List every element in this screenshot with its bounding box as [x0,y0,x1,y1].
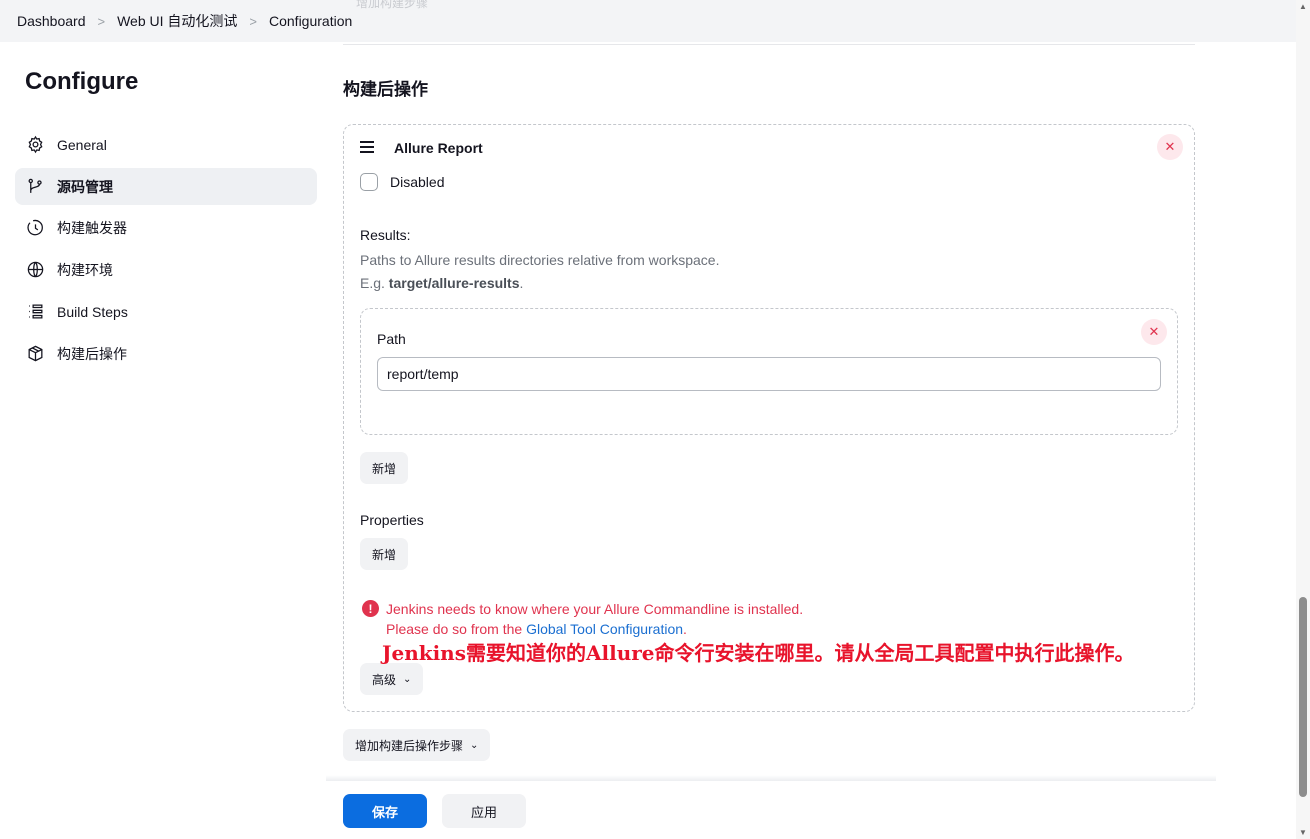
translation-annotation: Jenkins需要知道你的Allure命令行安装在哪里。请从全局工具配置中执行此… [382,641,1135,665]
sidebar-item-label: 源码管理 [57,178,113,195]
list-icon [25,302,45,322]
sidebar-item-label: 构建后操作 [57,345,127,362]
sidebar-item-build-environment[interactable]: 构建环境 [15,251,317,288]
scrollbar-thumb[interactable] [1299,597,1307,797]
results-help: Paths to Allure results directories rela… [360,252,720,268]
card-title: Allure Report [394,140,483,156]
allure-report-card: Allure Report ✕ Disabled Results: Paths … [343,124,1195,712]
results-label: Results: [360,227,411,243]
sidebar-item-post-build[interactable]: 构建后操作 [15,335,317,372]
sidebar-item-label: 构建触发器 [57,219,127,236]
breadcrumb-configuration[interactable]: Configuration [269,13,352,29]
disabled-label: Disabled [390,174,445,190]
error-line-2-suffix: . [683,621,687,637]
clock-icon [25,218,45,238]
apply-button[interactable]: 应用 [442,794,526,828]
branch-icon [25,177,45,197]
error-line-2-prefix: Please do so from the [386,621,527,637]
path-card: Path ✕ [360,308,1178,435]
path-input[interactable] [377,357,1161,391]
sidebar-item-label: 构建环境 [57,261,113,278]
chevron-down-icon: ⌄ [470,739,479,751]
add-post-build-step-button[interactable]: 增加构建后操作步骤 ⌄ [343,729,491,761]
scroll-up-icon[interactable]: ▲ [1299,2,1307,11]
add-build-step-faint: 增加构建步骤 [356,0,429,10]
example-suffix: . [519,275,524,291]
drag-handle-icon[interactable] [360,141,376,155]
disabled-checkbox-row[interactable]: Disabled [360,173,444,191]
divider [343,44,1195,45]
breadcrumb-separator-icon: > [249,13,257,29]
sidebar-item-build-triggers[interactable]: 构建触发器 [15,209,317,246]
error-line-1: Jenkins needs to know where your Allure … [386,601,804,617]
remove-path-icon[interactable]: ✕ [1141,319,1167,345]
global-tool-configuration-link[interactable]: Global Tool Configuration [526,621,683,637]
advanced-label: 高级 [372,672,397,687]
sidebar-item-general[interactable]: General [15,126,317,163]
package-icon [25,344,45,364]
breadcrumb: Dashboard > Web UI 自动化测试 > Configuration [0,0,1296,42]
error-message: ! Jenkins needs to know where your Allur… [362,599,803,639]
breadcrumb-dashboard[interactable]: Dashboard [17,13,86,29]
section-title: 构建后操作 [343,80,428,99]
globe-icon [25,260,45,280]
page-scrollbar[interactable]: ▲ ▼ [1296,0,1310,839]
advanced-button[interactable]: 高级 ⌄ [360,663,424,695]
results-example: E.g. target/allure-results. [360,275,523,291]
path-label: Path [377,331,406,347]
breadcrumb-separator-icon: > [97,13,106,29]
breadcrumb-job[interactable]: Web UI 自动化测试 [117,11,237,31]
properties-label: Properties [360,512,424,528]
add-path-button[interactable]: 新增 [360,452,409,484]
example-value: target/allure-results [388,275,520,291]
disabled-checkbox[interactable] [360,173,378,191]
gear-icon [25,135,45,155]
scroll-down-icon[interactable]: ▼ [1299,828,1307,837]
footer-divider [326,775,1216,781]
save-button[interactable]: 保存 [343,794,427,828]
chevron-down-icon: ⌄ [403,673,412,685]
sidebar-item-label: Build Steps [57,303,128,320]
sidebar-item-build-steps[interactable]: Build Steps [15,293,317,330]
sidebar-item-source-management[interactable]: 源码管理 [15,168,317,205]
add-post-build-step-label: 增加构建后操作步骤 [355,738,464,753]
sidebar-title: Configure [25,68,139,95]
remove-allure-report-icon[interactable]: ✕ [1157,134,1183,160]
example-prefix: E.g. [360,275,389,291]
error-icon: ! [362,600,379,617]
error-line-2: Please do so from the Global Tool Config… [386,619,803,639]
sidebar-item-label: General [57,136,107,153]
add-property-button[interactable]: 新增 [360,538,409,570]
